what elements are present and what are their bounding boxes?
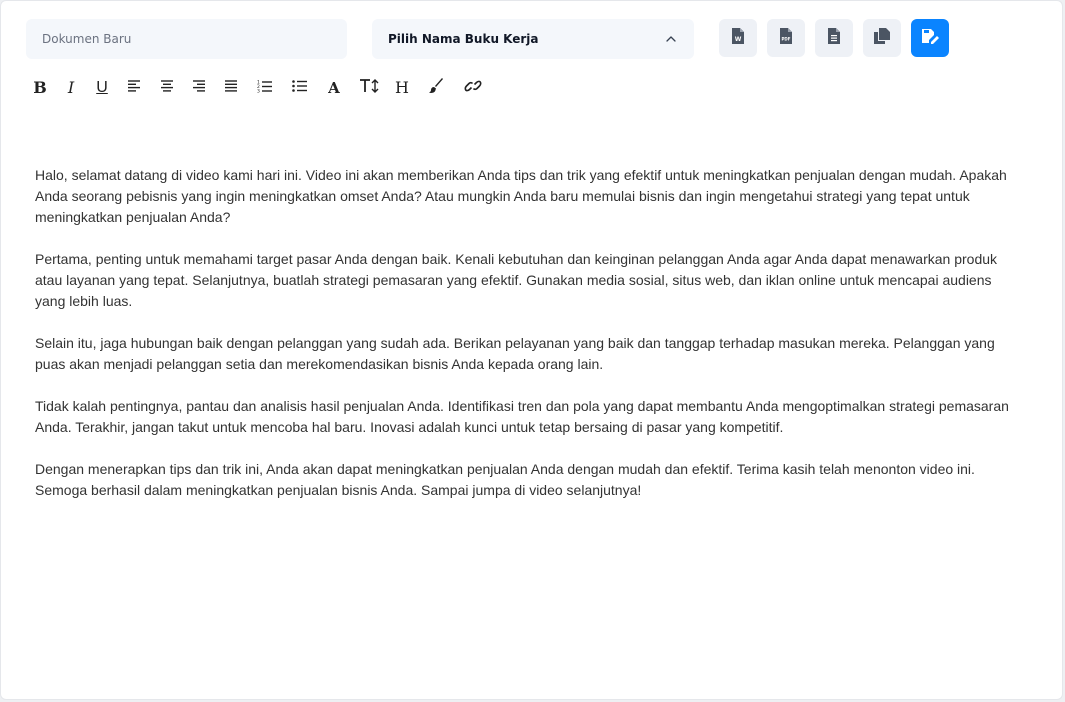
- chevron-up-icon: [664, 32, 678, 46]
- italic-icon: I: [67, 78, 75, 97]
- paragraph: Selain itu, jaga hubungan baik dengan pe…: [35, 335, 995, 372]
- paint-brush-icon: [428, 77, 444, 99]
- italic-button[interactable]: I: [60, 77, 82, 99]
- export-text-button[interactable]: [815, 19, 853, 57]
- align-justify-button[interactable]: [220, 77, 242, 99]
- document-name-input[interactable]: [26, 19, 347, 59]
- align-center-icon: [160, 79, 174, 97]
- workbook-select[interactable]: Pilih Nama Buku Kerja: [372, 19, 694, 59]
- unordered-list-icon: [292, 79, 308, 97]
- link-button[interactable]: [460, 77, 486, 99]
- align-left-icon: [127, 79, 141, 97]
- font-color-button[interactable]: A: [323, 77, 345, 99]
- save-button[interactable]: [911, 19, 949, 57]
- copy-button[interactable]: [863, 19, 901, 57]
- paragraph: Tidak kalah pentingnya, pantau dan anali…: [35, 398, 1009, 435]
- paragraph: Halo, selamat datang di video kami hari …: [35, 167, 1007, 225]
- export-word-button[interactable]: W: [719, 19, 757, 57]
- export-pdf-button[interactable]: PDF: [767, 19, 805, 57]
- paint-brush-button[interactable]: [425, 77, 447, 99]
- paragraph: Pertama, penting untuk memahami target p…: [35, 251, 998, 309]
- align-right-icon: [192, 79, 206, 97]
- paragraph: Dengan menerapkan tips dan trik ini, And…: [35, 461, 975, 498]
- heading-icon: H: [395, 78, 409, 97]
- ordered-list-button[interactable]: 1 2 3: [254, 77, 276, 99]
- align-left-button[interactable]: [123, 77, 145, 99]
- save-edit-icon: [920, 27, 940, 50]
- heading-button[interactable]: H: [391, 77, 413, 99]
- pdf-file-icon: PDF: [779, 27, 793, 50]
- unordered-list-button[interactable]: [289, 77, 311, 99]
- align-right-button[interactable]: [188, 77, 210, 99]
- underline-button[interactable]: U: [91, 77, 113, 99]
- text-size-button[interactable]: [356, 77, 382, 99]
- pdf-glyph: PDF: [782, 36, 791, 41]
- text-file-icon: [827, 27, 841, 50]
- document-content[interactable]: Halo, selamat datang di video kami hari …: [35, 165, 1025, 522]
- word-file-icon: W: [731, 27, 745, 50]
- svg-text:3: 3: [257, 88, 260, 93]
- bold-icon: B: [33, 78, 47, 97]
- text-size-icon: [359, 78, 379, 99]
- workbook-select-label: Pilih Nama Buku Kerja: [388, 32, 539, 46]
- underline-icon: U: [96, 79, 108, 96]
- font-color-icon: A: [328, 79, 340, 97]
- align-center-button[interactable]: [156, 77, 178, 99]
- copy-icon: [873, 27, 891, 50]
- ordered-list-icon: 1 2 3: [257, 79, 273, 98]
- link-icon: [464, 79, 482, 98]
- align-justify-icon: [224, 79, 238, 97]
- word-glyph: W: [735, 36, 742, 43]
- editor-card: Pilih Nama Buku Kerja W PDF: [0, 0, 1063, 700]
- bold-button[interactable]: B: [29, 77, 51, 99]
